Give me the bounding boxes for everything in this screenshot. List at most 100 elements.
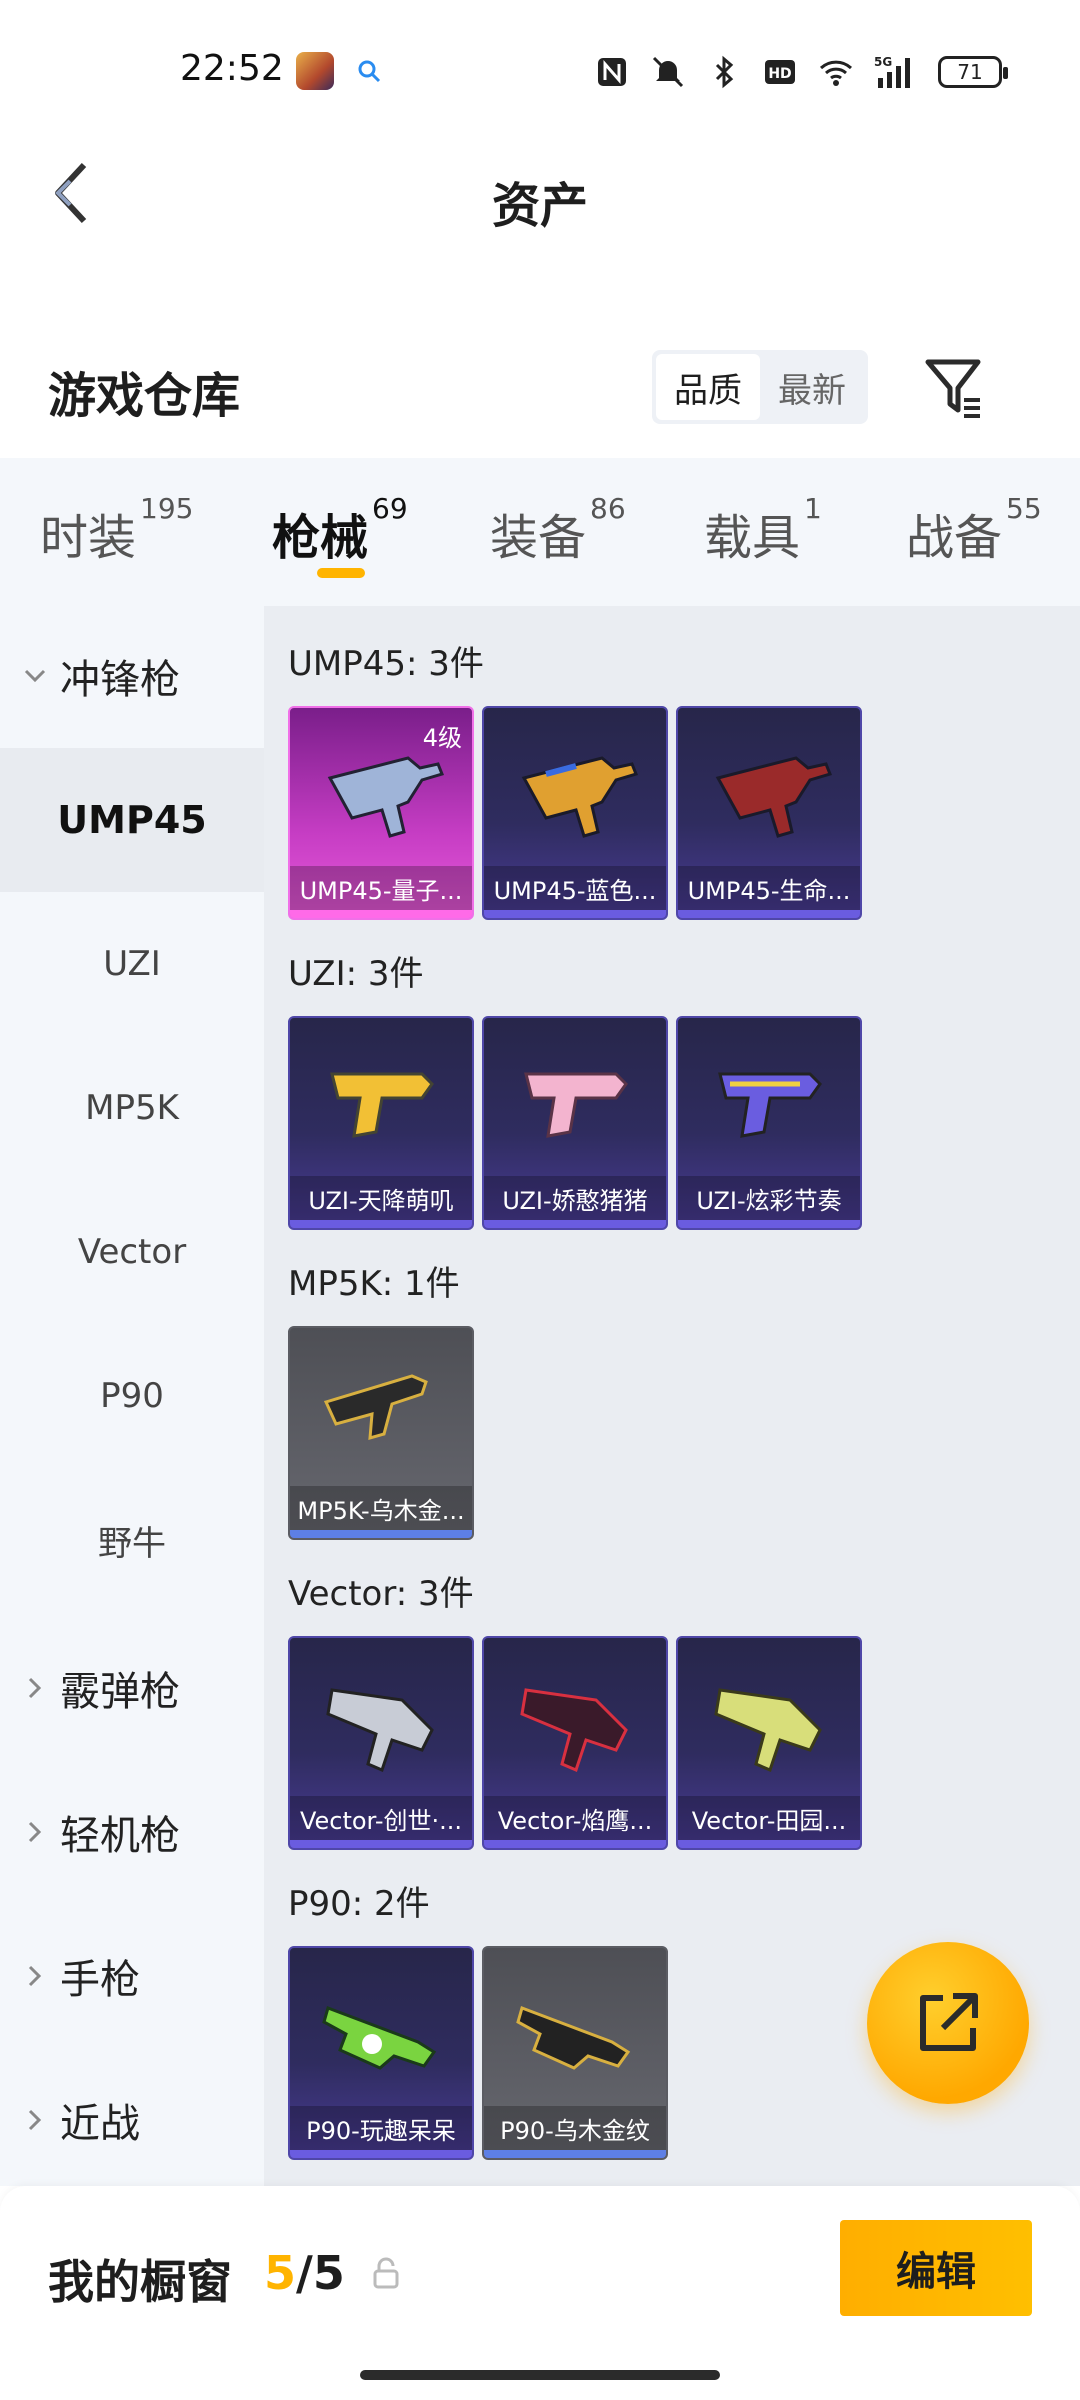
mute-icon [652, 56, 684, 88]
sidebar-item-vector[interactable]: Vector [0, 1180, 264, 1324]
weapon-name: Vector-田园... [678, 1796, 860, 1840]
tab-count: 195 [140, 492, 194, 525]
chevron-right-icon [28, 1965, 42, 1987]
top-app-bar: 资产 [0, 140, 1080, 250]
rarity-bar [484, 1840, 666, 1848]
home-indicator[interactable] [360, 2370, 720, 2380]
smg-skin-icon [714, 1688, 822, 1773]
weapon-card[interactable]: UMP45-蓝色... [482, 706, 668, 920]
rarity-bar [484, 2150, 666, 2158]
section-title-ump45: UMP45: 3件 [288, 644, 484, 684]
game-app-icon [296, 52, 334, 90]
weapon-card[interactable]: MP5K-乌木金... [288, 1326, 474, 1540]
weapon-card[interactable]: Vector-创世·... [288, 1636, 474, 1850]
rarity-bar [484, 1220, 666, 1228]
sidebar-group-lmg[interactable]: 轻机枪 [0, 1762, 264, 1902]
lock-icon [373, 2257, 399, 2289]
smg-skin-icon [326, 1688, 434, 1773]
weapon-name: Vector-创世·... [290, 1796, 472, 1840]
weapon-card[interactable]: UZI-天降萌叽 [288, 1016, 474, 1230]
weapon-card[interactable]: 4级 UMP45-量子... [288, 706, 474, 920]
warehouse-title: 游戏仓库 [48, 368, 241, 424]
svg-text:HD: HD [768, 66, 791, 82]
rarity-bar [290, 2150, 472, 2158]
nfc-icon [598, 58, 626, 86]
status-icons: HD 5G 71 [594, 52, 1008, 92]
weapon-name: P90-乌木金纹 [484, 2106, 666, 2150]
tab-count: 86 [590, 492, 626, 525]
tab-count: 69 [372, 492, 408, 525]
page-title: 资产 [491, 178, 588, 234]
edit-showcase-button[interactable]: 编辑 [840, 2220, 1032, 2316]
chevron-down-icon [24, 669, 46, 683]
wifi-icon [819, 60, 853, 86]
section-title-vector: Vector: 3件 [288, 1574, 474, 1614]
weapon-card[interactable]: P90-玩趣呆呆 [288, 1946, 474, 2160]
weapon-name: UMP45-蓝色... [484, 866, 666, 910]
hd-icon: HD [765, 60, 795, 84]
share-button[interactable] [867, 1942, 1029, 2104]
rarity-bar [678, 1840, 860, 1848]
bluetooth-icon [715, 55, 734, 89]
weapon-type-sidebar: 冲锋枪 UMP45 UZI MP5K Vector P90 野牛 霰弹枪 轻机枪… [0, 606, 264, 2186]
rarity-bar [678, 910, 860, 918]
sidebar-group-shotgun[interactable]: 霰弹枪 [0, 1618, 264, 1758]
smg-skin-icon [718, 1072, 822, 1138]
tab-equipment[interactable]: 装备86 [490, 492, 626, 568]
rarity-bar [290, 1840, 472, 1848]
weapon-name: UZI-天降萌叽 [290, 1176, 472, 1220]
sidebar-group-smg[interactable]: 冲锋枪 [0, 606, 264, 746]
category-tabs: 时装195 枪械69 装备86 载具1 战备55 [0, 458, 1080, 606]
tab-count: 55 [1006, 492, 1042, 525]
weapon-name: Vector-焰鹰... [484, 1796, 666, 1840]
sidebar-group-pistol[interactable]: 手枪 [0, 1906, 264, 2046]
smg-skin-icon [327, 756, 445, 838]
smg-skin-icon [524, 1072, 628, 1138]
sort-quality-button[interactable]: 品质 [656, 354, 760, 420]
5g-signal-icon: 5G [874, 55, 910, 88]
showcase-bar: 我的橱窗 5/5 编辑 [0, 2186, 1080, 2400]
weapon-card[interactable]: UZI-娇憨猪猪 [482, 1016, 668, 1230]
smg-skin-icon [520, 1688, 628, 1773]
sidebar-item-bizon[interactable]: 野牛 [0, 1468, 264, 1612]
tab-count: 1 [804, 492, 822, 525]
rarity-bar [484, 910, 666, 918]
weapon-card[interactable]: P90-乌木金纹 [482, 1946, 668, 2160]
tab-fashion[interactable]: 时装195 [40, 492, 193, 568]
sort-toggle: 品质 最新 [652, 350, 868, 424]
tab-vehicles[interactable]: 载具1 [704, 492, 822, 568]
weapon-name: UZI-娇憨猪猪 [484, 1176, 666, 1220]
filter-button[interactable] [920, 352, 990, 422]
tab-firearms[interactable]: 枪械69 [272, 492, 408, 568]
weapon-name: UMP45-量子... [290, 866, 472, 910]
sidebar-item-p90[interactable]: P90 [0, 1324, 264, 1468]
weapon-name: P90-玩趣呆呆 [290, 2106, 472, 2150]
search-icon [358, 60, 381, 83]
smg-skin-icon [715, 756, 833, 838]
smg-skin-icon [521, 756, 639, 838]
smg-skin-icon [322, 2006, 437, 2070]
smg-skin-icon [323, 1374, 428, 1441]
chevron-right-icon [28, 1677, 42, 1699]
section-title-p90: P90: 2件 [288, 1884, 430, 1924]
weapon-card[interactable]: UZI-炫彩节奏 [676, 1016, 862, 1230]
sidebar-group-melee[interactable]: 近战 [0, 2050, 264, 2190]
sidebar-item-mp5k[interactable]: MP5K [0, 1036, 264, 1180]
chevron-right-icon [28, 2109, 42, 2131]
filter-icon [925, 359, 981, 418]
tab-supplies[interactable]: 战备55 [906, 492, 1042, 568]
svg-text:5G: 5G [874, 55, 892, 69]
section-title-mp5k: MP5K: 1件 [288, 1264, 460, 1304]
section-title-uzi: UZI: 3件 [288, 954, 424, 994]
sidebar-item-uzi[interactable]: UZI [0, 892, 264, 1036]
sidebar-item-ump45[interactable]: UMP45 [0, 748, 264, 892]
sort-latest-button[interactable]: 最新 [760, 354, 864, 420]
weapon-card[interactable]: Vector-田园... [676, 1636, 862, 1850]
showcase-count: 5/5 [264, 2246, 345, 2300]
weapon-name: UZI-炫彩节奏 [678, 1176, 860, 1220]
share-external-icon [920, 1993, 978, 2051]
showcase-label: 我的橱窗 [48, 2255, 232, 2309]
weapon-card[interactable]: Vector-焰鹰... [482, 1636, 668, 1850]
status-time: 22:52 [180, 48, 284, 89]
weapon-card[interactable]: UMP45-生命... [676, 706, 862, 920]
